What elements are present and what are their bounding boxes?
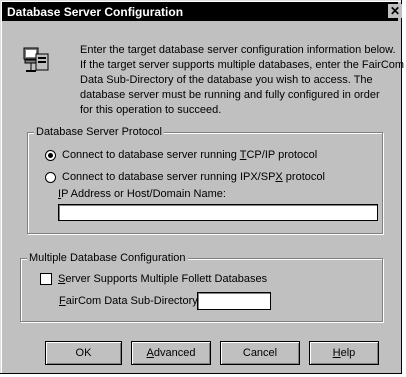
multi-db-checkbox[interactable] [40, 273, 52, 285]
protocol-group: Database Server Protocol Connect to data… [27, 126, 383, 234]
intro-line: Enter the target database server configu… [80, 44, 396, 56]
cancel-button[interactable]: Cancel [220, 341, 300, 365]
address-label: IP Address or Host/Domain Name: [58, 188, 226, 200]
subdir-input[interactable] [197, 292, 271, 310]
help-button[interactable]: Help [309, 341, 379, 365]
ipx-radio-label: Connect to database server running IPX/S… [62, 171, 325, 183]
intro-line: If the target server supports multiple d… [80, 59, 405, 71]
address-input[interactable] [58, 204, 378, 221]
intro-line: Data Sub-Directory of the database you w… [80, 74, 373, 86]
close-icon[interactable]: ✕ [388, 4, 402, 18]
tcp-radio-option[interactable]: Connect to database server running TCP/I… [45, 149, 317, 161]
dialog-window: Database Server Configuration ✕ Enter th… [0, 0, 405, 374]
network-computer-icon [23, 47, 49, 72]
dialog-title: Database Server Configuration [7, 5, 184, 19]
ok-button[interactable]: OK [45, 341, 122, 365]
advanced-button[interactable]: Advanced [131, 341, 211, 365]
ipx-radio-option[interactable]: Connect to database server running IPX/S… [45, 171, 325, 183]
title-bar: Database Server Configuration ✕ [2, 2, 402, 21]
multi-db-group: Multiple Database Configuration Server S… [20, 252, 383, 322]
multi-db-group-label: Multiple Database Configuration [27, 252, 188, 264]
subdir-label: FairCom Data Sub-Directory: [59, 295, 201, 307]
ipx-radio[interactable] [45, 171, 56, 183]
intro-line: database server must be running and full… [80, 89, 380, 101]
multi-db-checkbox-option[interactable]: Server Supports Multiple Follett Databas… [40, 273, 267, 285]
intro-text: Enter the target database server configu… [80, 43, 405, 118]
tcp-radio-label: Connect to database server running TCP/I… [62, 149, 318, 161]
intro-line: for this operation to succeed. [80, 104, 222, 116]
protocol-group-label: Database Server Protocol [34, 126, 164, 138]
multi-db-checkbox-label: Server Supports Multiple Follett Databas… [58, 273, 268, 285]
tcp-radio[interactable] [45, 149, 56, 161]
